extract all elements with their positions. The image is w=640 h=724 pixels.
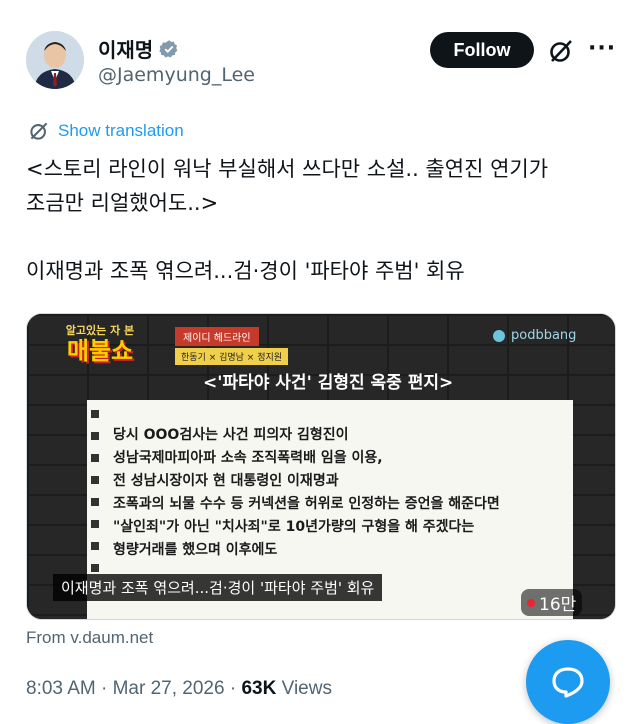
- letter-line: 전 성남시장이자 현 대통령인 이재명과: [113, 473, 339, 489]
- translate-icon: [30, 122, 48, 140]
- follow-button[interactable]: Follow: [430, 32, 534, 68]
- avatar[interactable]: [26, 31, 84, 89]
- meta-separator: ·: [101, 678, 113, 699]
- podbbang-icon: [493, 329, 505, 342]
- letter-line: "살인죄"가 아닌 "치사죄"로 10년가량의 구형을 해 주겠다는: [113, 519, 475, 535]
- grok-icon[interactable]: [548, 38, 574, 64]
- letter-line: 조폭과의 뇌물 수수 등 커넥션을 허위로 인정하는 증언을 해준다면: [113, 496, 500, 512]
- compose-message-button[interactable]: [526, 640, 610, 724]
- post-line: 조금만 리얼했어도..>: [26, 191, 219, 215]
- post-line: 이재명과 조폭 엮으려...검·경이 '파타야 주범' 회유: [26, 259, 465, 283]
- post-date[interactable]: Mar 27, 2026: [113, 678, 225, 699]
- author-handle[interactable]: @Jaemyung_Lee: [98, 64, 255, 86]
- more-icon[interactable]: ···: [588, 38, 616, 60]
- post-text: <스토리 라인이 워낙 부실해서 쓰다만 소설.. 출연진 연기가 조금만 리얼…: [26, 152, 620, 288]
- verified-badge-icon: [159, 39, 178, 58]
- letter-line: 성남국제마피아파 소속 조직폭력배 임을 이용,: [113, 450, 383, 466]
- post-line: <스토리 라인이 워낙 부실해서 쓰다만 소설.. 출연진 연기가: [26, 157, 549, 181]
- author-name[interactable]: 이재명: [98, 34, 153, 63]
- letter-line: 당시 OOO검사는 사건 피의자 김형진이: [113, 427, 349, 443]
- show-tag-headline: 제이디 헤드라인: [175, 327, 259, 346]
- video-title: <'파타야 사건' 김형진 옥중 편지>: [203, 373, 454, 393]
- podbbang-label: podbbang: [511, 328, 577, 343]
- video-caption: 이재명과 조폭 엮으려...검·경이 '파타야 주범' 회유: [53, 574, 383, 601]
- views-count: 63K: [241, 678, 277, 699]
- live-dot-icon: [527, 598, 535, 607]
- video-views: 16만: [539, 595, 577, 615]
- show-logo: 알고있는 자 본 매불쇼: [41, 322, 159, 376]
- post-time[interactable]: 8:03 AM: [26, 678, 96, 699]
- show-translation-label[interactable]: Show translation: [58, 121, 184, 141]
- show-tag-hosts: 한동기 × 김명남 × 정지원: [175, 348, 289, 365]
- chat-bubble-icon: [552, 667, 584, 698]
- video-thumbnail[interactable]: 알고있는 자 본 매불쇼 제이디 헤드라인 한동기 × 김명남 × 정지원 po…: [26, 313, 616, 620]
- meta-separator: ·: [229, 678, 242, 699]
- post-meta: 8:03 AM · Mar 27, 2026 · 63K Views: [26, 678, 332, 700]
- views-label: Views: [281, 678, 332, 699]
- letter-text: 당시 OOO검사는 사건 피의자 김형진이 성남국제마피아파 소속 조직폭력배 …: [113, 424, 500, 562]
- podbbang-logo: podbbang: [493, 328, 576, 343]
- show-logo-subtitle: 알고있는 자 본: [65, 324, 135, 337]
- show-logo-title: 매불쇼: [66, 337, 134, 365]
- link-source[interactable]: From v.daum.net: [26, 628, 153, 648]
- video-views-badge: 16만: [521, 589, 583, 616]
- author-name-row[interactable]: 이재명: [98, 34, 179, 63]
- notebook-rings: [91, 410, 101, 586]
- letter-line: 형량거래를 했으며 이후에도: [113, 542, 278, 558]
- show-tags: 제이디 헤드라인 한동기 × 김명남 × 정지원: [175, 326, 289, 365]
- show-translation-link[interactable]: Show translation: [28, 120, 184, 142]
